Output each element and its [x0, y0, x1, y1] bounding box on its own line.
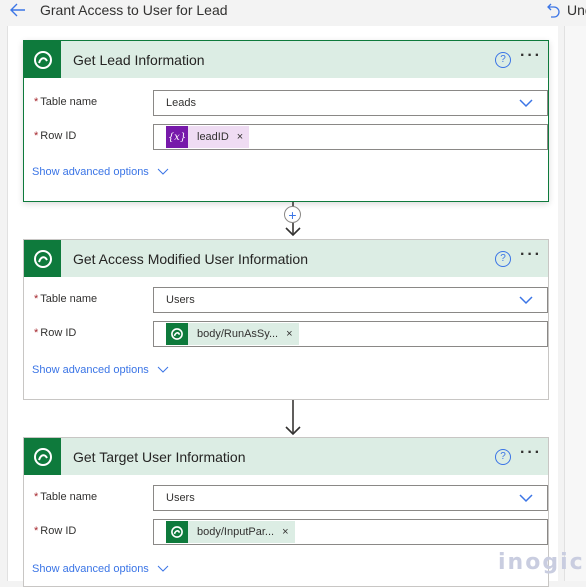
- table-name-dropdown[interactable]: Users: [153, 287, 548, 313]
- row-id-row: * Row ID body/RunAsSy... ×: [24, 319, 548, 353]
- top-bar: Grant Access to User for Lead Undo: [0, 0, 586, 26]
- field-label: * Table name: [34, 293, 98, 305]
- variable-icon: {x}: [166, 126, 188, 148]
- undo-label: Undo: [567, 2, 586, 18]
- show-advanced-options-link[interactable]: Show advanced options: [32, 563, 169, 575]
- remove-token-icon[interactable]: ×: [282, 526, 294, 538]
- row-id-input[interactable]: body/InputPar... ×: [153, 519, 548, 545]
- advanced-label: Show advanced options: [32, 166, 149, 178]
- undo-icon: [547, 3, 560, 18]
- dynamic-content-token[interactable]: body/RunAsSy... ×: [166, 323, 299, 345]
- token-text: leadID: [197, 131, 229, 143]
- field-label: * Table name: [34, 96, 98, 108]
- table-name-row: * Table name Users: [24, 285, 548, 319]
- field-label: * Row ID: [34, 525, 77, 537]
- help-icon[interactable]: ?: [495, 251, 511, 267]
- watermark-logo: inogic: [498, 550, 585, 575]
- show-advanced-options-link[interactable]: Show advanced options: [32, 166, 169, 178]
- chevron-down-icon: [157, 565, 169, 572]
- advanced-label: Show advanced options: [32, 563, 149, 575]
- arrow-down-icon: [285, 227, 301, 237]
- card-header[interactable]: Get Lead Information ? ···: [24, 41, 548, 78]
- dataverse-icon: [24, 240, 61, 277]
- card-title: Get Lead Information: [73, 51, 205, 68]
- row-id-row: * Row ID {x} leadID ×: [24, 122, 548, 156]
- chevron-down-icon[interactable]: [519, 98, 533, 108]
- row-id-input[interactable]: {x} leadID ×: [153, 124, 548, 150]
- field-label: * Row ID: [34, 130, 77, 142]
- flow-title: Grant Access to User for Lead: [40, 2, 228, 18]
- help-icon[interactable]: ?: [495, 52, 511, 68]
- token-text: body/RunAsSy...: [197, 328, 279, 340]
- arrow-down-icon: [285, 426, 301, 436]
- undo-button[interactable]: Undo: [547, 1, 586, 19]
- card-header[interactable]: Get Access Modified User Information ? ·…: [24, 240, 548, 277]
- insert-step-button[interactable]: +: [284, 206, 301, 223]
- card-title: Get Target User Information: [73, 448, 246, 465]
- back-button[interactable]: [9, 1, 27, 19]
- table-name-dropdown[interactable]: Users: [153, 485, 548, 511]
- more-options-icon[interactable]: ···: [520, 247, 542, 263]
- dataverse-icon: [166, 521, 188, 543]
- dataverse-icon: [166, 323, 188, 345]
- dynamic-content-token[interactable]: body/InputPar... ×: [166, 521, 295, 543]
- row-id-row: * Row ID body/InputPar... ×: [24, 517, 548, 551]
- row-id-input[interactable]: body/RunAsSy... ×: [153, 321, 548, 347]
- table-name-row: * Table name Users: [24, 483, 548, 517]
- card-header[interactable]: Get Target User Information ? ···: [24, 438, 548, 475]
- dataverse-icon: [24, 438, 61, 475]
- show-advanced-options-link[interactable]: Show advanced options: [32, 364, 169, 376]
- chevron-down-icon: [157, 366, 169, 373]
- right-panel-edge: [564, 26, 586, 581]
- card-title: Get Access Modified User Information: [73, 250, 308, 267]
- chevron-down-icon[interactable]: [519, 295, 533, 305]
- table-name-row: * Table name Leads: [24, 88, 548, 122]
- token-text: body/InputPar...: [197, 526, 275, 538]
- help-icon[interactable]: ?: [495, 449, 511, 465]
- table-name-dropdown[interactable]: Leads: [153, 90, 548, 116]
- remove-token-icon[interactable]: ×: [237, 131, 249, 143]
- dropdown-value: Leads: [166, 97, 196, 109]
- more-options-icon[interactable]: ···: [520, 445, 542, 461]
- more-options-icon[interactable]: ···: [520, 48, 542, 64]
- chevron-down-icon[interactable]: [519, 493, 533, 503]
- arrow-left-icon: [10, 3, 25, 17]
- action-card-get-access-modified-user-information[interactable]: Get Access Modified User Information ? ·…: [23, 239, 549, 400]
- dropdown-value: Users: [166, 294, 195, 306]
- field-label: * Table name: [34, 491, 98, 503]
- remove-token-icon[interactable]: ×: [286, 328, 298, 340]
- dataverse-icon: [24, 41, 61, 78]
- action-card-get-lead-information[interactable]: Get Lead Information ? ··· * Table name L…: [23, 40, 549, 202]
- dynamic-content-token[interactable]: {x} leadID ×: [166, 126, 250, 148]
- chevron-down-icon: [157, 168, 169, 175]
- field-label: * Row ID: [34, 327, 77, 339]
- advanced-label: Show advanced options: [32, 364, 149, 376]
- action-card-get-target-user-information[interactable]: Get Target User Information ? ··· * Table…: [23, 437, 549, 587]
- dropdown-value: Users: [166, 492, 195, 504]
